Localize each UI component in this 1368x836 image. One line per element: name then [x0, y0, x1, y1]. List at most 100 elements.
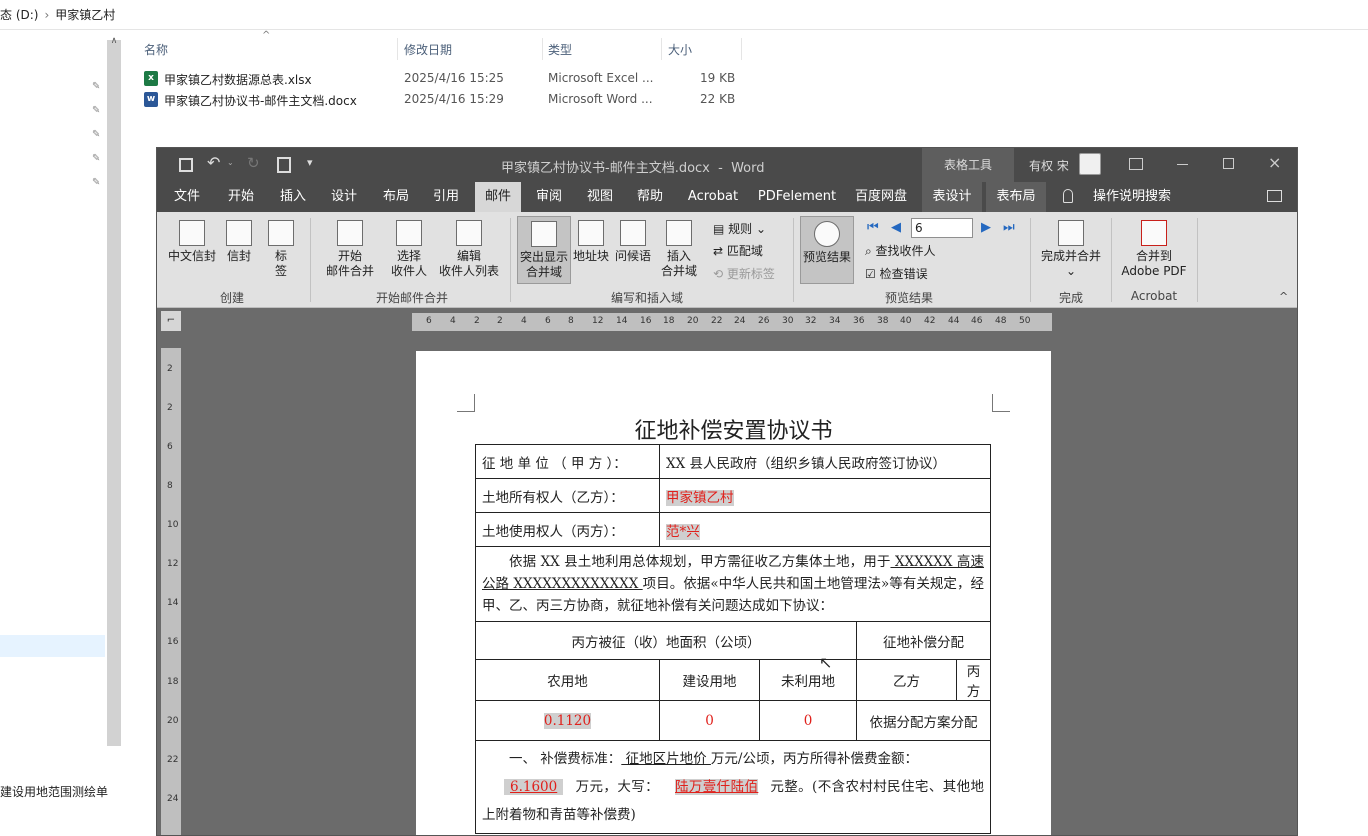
user-name[interactable]: 有权 宋	[1029, 157, 1069, 174]
party-a-value[interactable]: XX 县人民政府（组织乡镇人民政府签订协议）	[659, 444, 991, 479]
file-row[interactable]: x 甲家镇乙村数据源总表.xlsx 2025/4/16 15:25 Micros…	[140, 68, 760, 89]
comments-icon[interactable]	[1267, 190, 1282, 202]
column-type[interactable]: 类型	[544, 38, 662, 60]
breadcrumb-drive[interactable]: 态 (D:)	[0, 6, 38, 23]
merge-field-amount[interactable]: 6.1600	[504, 779, 564, 795]
rules-button[interactable]: ▤ 规则 ⌄	[713, 220, 766, 237]
tab-file[interactable]: 文件	[167, 182, 207, 212]
tell-me-search[interactable]: 操作说明搜索	[1087, 182, 1177, 212]
merge-field-farmland[interactable]: 0.1120	[543, 712, 592, 729]
record-number-input[interactable]: 6	[911, 218, 973, 238]
tab-home[interactable]: 开始	[221, 182, 261, 212]
insert-merge-field-button[interactable]: 插入 合并域	[655, 220, 703, 279]
value-construction[interactable]: 0	[659, 700, 760, 741]
collapse-ribbon-icon[interactable]: ^	[1279, 290, 1288, 303]
close-icon[interactable]: ×	[1268, 153, 1281, 172]
compensation-paragraph[interactable]: 一、 补偿费标准： 征地区片地价 万元/公顷，丙方所得补偿费金额： 6.1600…	[475, 740, 991, 834]
edit-recipient-list-button[interactable]: 编辑 收件人列表	[437, 220, 501, 279]
merge-field-amount-upper[interactable]: 陆万壹仟陆佰	[675, 779, 759, 795]
undo-icon[interactable]: ↶	[207, 153, 220, 172]
previous-record-icon[interactable]: ◀	[891, 220, 901, 235]
tab-pdfelement[interactable]: PDFelement	[757, 182, 837, 212]
merge-field-village[interactable]: 甲家镇乙村	[666, 489, 734, 506]
tab-references[interactable]: 引用	[426, 182, 466, 212]
highlight-merge-fields-button[interactable]: 突出显示 合并域	[517, 216, 571, 284]
table-row: 一、 补偿费标准： 征地区片地价 万元/公顷，丙方所得补偿费金额： 6.1600…	[475, 740, 991, 834]
next-record-icon[interactable]: ▶	[981, 220, 991, 235]
tab-review[interactable]: 审阅	[529, 182, 569, 212]
group-separator	[1197, 218, 1198, 302]
breadcrumb-folder[interactable]: 甲家镇乙村	[55, 6, 115, 23]
table-row: 丙方被征（收）地面积（公顷） 征地补偿分配	[475, 621, 991, 660]
agreement-paragraph[interactable]: 依据 XX 县土地利用总体规划，甲方需征收乙方集体土地，用于 XXXXXX 高速…	[475, 546, 991, 622]
nav-item-label[interactable]: 建设用地范围测绘单	[0, 783, 108, 800]
nav-selected-item[interactable]	[0, 635, 105, 657]
first-record-icon[interactable]: ⏮	[867, 220, 879, 235]
vertical-ruler[interactable]: 2 2 6 8 10 12 14 16 18 20 22 24	[161, 348, 181, 835]
check-errors-button[interactable]: ☑ 检查错误	[865, 265, 928, 282]
start-mail-merge-button[interactable]: 开始 邮件合并	[319, 220, 381, 279]
greeting-line-button[interactable]: 问候语	[613, 220, 653, 264]
tab-table-layout[interactable]: 表布局	[986, 182, 1046, 212]
minimize-icon[interactable]	[1177, 164, 1188, 165]
party-b-value[interactable]: 甲家镇乙村	[659, 478, 991, 513]
update-labels-button[interactable]: ⟲ 更新标签	[713, 265, 775, 282]
preview-results-button[interactable]: 预览结果	[800, 216, 854, 284]
rules-icon: ▤	[713, 222, 729, 236]
horizontal-ruler[interactable]: 6 4 2 2 4 6 8 12 14 16 18 20 22 24 26 30 32 34 36 38 40 42 44 4…	[412, 313, 1052, 331]
tab-insert[interactable]: 插入	[273, 182, 313, 212]
tab-table-design[interactable]: 表设计	[922, 182, 982, 212]
labels-button[interactable]: 标 签	[263, 220, 299, 279]
address-block-button[interactable]: 地址块	[571, 220, 611, 264]
pin-icon[interactable]: ✎	[92, 105, 100, 117]
para-text: 万元/公顷，丙方所得补偿费金额：	[710, 751, 918, 767]
column-size[interactable]: 大小	[664, 38, 742, 60]
select-recipients-button[interactable]: 选择 收件人	[383, 220, 435, 279]
envelope-button[interactable]: 信封	[221, 220, 257, 264]
pin-icon[interactable]: ✎	[92, 81, 100, 93]
button-label: 问候语	[614, 249, 651, 263]
col-farmland: 农用地	[475, 659, 660, 701]
print-preview-icon[interactable]	[277, 157, 291, 173]
redo-icon[interactable]: ↻	[247, 154, 260, 172]
title-bar: ↶ ⌄ ↻ ▾ 甲家镇乙村协议书-邮件主文档.docx - Word 表格工具 …	[157, 148, 1297, 182]
undo-dropdown-icon[interactable]: ⌄	[227, 158, 234, 167]
finish-merge-button[interactable]: 完成并合并 ⌄	[1037, 220, 1105, 279]
button-label: 规则	[728, 222, 753, 236]
customize-qat-icon[interactable]: ▾	[307, 156, 313, 169]
value-farmland[interactable]: 0.1120	[475, 700, 660, 741]
ruler-toggle[interactable]: ⌐	[161, 311, 181, 331]
party-c-value[interactable]: 范*兴	[659, 512, 991, 547]
tab-baidu[interactable]: 百度网盘	[851, 182, 911, 212]
ribbon-display-icon[interactable]	[1129, 158, 1143, 170]
save-icon[interactable]	[179, 158, 193, 172]
pin-icon[interactable]: ✎	[92, 177, 100, 189]
table-row: 土地所有权人（乙方）： 甲家镇乙村	[475, 478, 991, 513]
merge-to-pdf-button[interactable]: 合并到 Adobe PDF	[1117, 220, 1191, 279]
tab-design[interactable]: 设计	[324, 182, 364, 212]
merge-field-user[interactable]: 范*兴	[666, 523, 700, 540]
para-text: 依据 XX 县土地利用总体规划，甲方需征收乙方集体土地，用于	[509, 554, 891, 570]
avatar[interactable]	[1079, 153, 1101, 175]
find-recipient-button[interactable]: ⌕ 查找收件人	[865, 242, 936, 259]
column-modified[interactable]: 修改日期	[400, 38, 543, 60]
left-nav-scrollbar[interactable]	[107, 40, 121, 746]
file-row[interactable]: w 甲家镇乙村协议书-邮件主文档.docx 2025/4/16 15:29 Mi…	[140, 89, 760, 110]
column-name[interactable]: 名称	[140, 38, 398, 60]
maximize-icon[interactable]	[1223, 158, 1234, 169]
chinese-envelope-button[interactable]: 中文信封	[165, 220, 219, 264]
tab-acrobat[interactable]: Acrobat	[683, 182, 743, 212]
scroll-up-icon[interactable]: ∧	[107, 36, 121, 46]
tab-mailings[interactable]: 邮件	[475, 182, 521, 212]
pin-icon[interactable]: ✎	[92, 153, 100, 165]
find-recipient-icon: ⌕	[865, 244, 876, 258]
ruler-tick-label: 18	[663, 316, 675, 326]
tab-help[interactable]: 帮助	[630, 182, 670, 212]
tab-view[interactable]: 视图	[580, 182, 620, 212]
last-record-icon[interactable]: ⏭	[1003, 220, 1015, 235]
pin-icon[interactable]: ✎	[92, 129, 100, 141]
value-unused[interactable]: 0	[759, 700, 857, 741]
document-page[interactable]: 征地补偿安置协议书 征 地 单 位 （ 甲 方 ）： XX 县人民政府（组织乡镇…	[416, 351, 1051, 835]
tab-layout[interactable]: 布局	[376, 182, 416, 212]
match-fields-button[interactable]: ⇄ 匹配域	[713, 242, 763, 259]
